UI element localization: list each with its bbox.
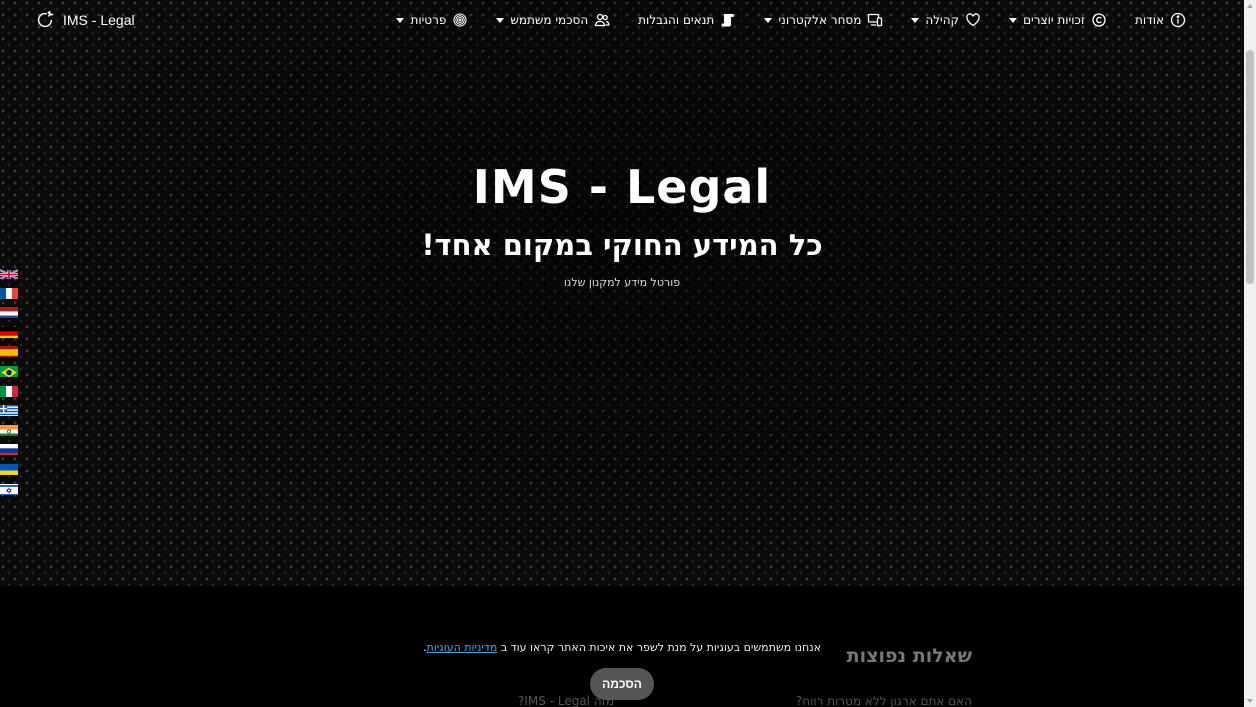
flag-russia-icon[interactable] — [0, 442, 18, 456]
logo-icon — [37, 10, 54, 28]
nav-item-scroll[interactable]: תנאים והגבלות — [624, 0, 750, 40]
flag-greece-icon[interactable] — [0, 403, 18, 417]
flag-brazil-icon[interactable] — [0, 364, 18, 377]
info-icon — [1170, 12, 1186, 28]
flag-spain-icon[interactable] — [0, 344, 18, 358]
nav-item-label: זכויות יוצרים — [1023, 13, 1085, 27]
hero-subtitle: כל המידע החוקי במקום אחד! — [421, 228, 823, 262]
brand-name: IMS - Legal — [63, 12, 135, 28]
cookie-notice: אנחנו משתמשים בעוגיות על מנת לשפר את איכ… — [0, 641, 1244, 654]
nav-item-label: הסכמי משתמש — [510, 13, 589, 27]
cookie-accept-button[interactable]: הסכמה — [590, 668, 654, 700]
brand-link[interactable]: IMS - Legal — [34, 8, 135, 32]
heart-icon — [965, 12, 981, 28]
scroll-down-icon[interactable] — [1247, 699, 1253, 703]
top-navbar: אודות זכויות יוצרים קהילה מסחר אלקטרוני תנאי… — [0, 0, 1244, 40]
nav-item-label: מסחר אלקטרוני — [778, 13, 862, 27]
flag-france-icon[interactable] — [0, 286, 18, 299]
flag-netherlands-icon[interactable] — [0, 305, 18, 319]
flag-germany-icon[interactable] — [0, 325, 18, 338]
nav-item-users[interactable]: הסכמי משתמש — [482, 0, 624, 40]
nav-item-heart[interactable]: קהילה — [897, 0, 995, 40]
nav-item-label: תנאים והגבלות — [638, 13, 715, 27]
hero-background — [0, 0, 1244, 586]
caret-down-icon — [1009, 17, 1018, 23]
caret-down-icon — [911, 17, 920, 23]
flag-ukraine-icon[interactable] — [0, 462, 18, 475]
scrollbar-thumb[interactable] — [1246, 50, 1254, 284]
devices-icon — [867, 12, 883, 28]
copyright-icon — [1091, 12, 1107, 28]
language-flags — [0, 266, 18, 501]
caret-down-icon — [396, 17, 405, 23]
nav-item-label: קהילה — [925, 13, 960, 27]
scroll-up-icon[interactable] — [1247, 4, 1253, 8]
flag-israel-icon[interactable] — [0, 482, 18, 495]
page-scrollbar[interactable] — [1244, 0, 1256, 707]
scroll-icon — [720, 12, 736, 28]
flag-italy-icon[interactable] — [0, 384, 18, 397]
flag-india-icon[interactable] — [0, 423, 18, 436]
page: אודות זכויות יוצרים קהילה מסחר אלקטרוני תנאי… — [0, 0, 1244, 707]
nav-item-copyright[interactable]: זכויות יוצרים — [995, 0, 1121, 40]
hero-title: IMS - Legal — [472, 160, 772, 214]
nav-menu: אודות זכויות יוצרים קהילה מסחר אלקטרוני תנאי… — [382, 0, 1200, 40]
cookie-notice-text: אנחנו משתמשים בעוגיות על מנת לשפר את איכ… — [500, 641, 821, 654]
hero-tagline: פורטל מידע למקנון שלנו — [563, 276, 681, 289]
users-icon — [594, 12, 610, 28]
flag-uk-icon[interactable] — [0, 266, 18, 279]
nav-item-label: אודות — [1135, 13, 1164, 27]
cookie-policy-link[interactable]: מדיניות העוגיות — [427, 641, 498, 654]
nav-item-devices[interactable]: מסחר אלקטרוני — [750, 0, 897, 40]
faq-question-nonprofit[interactable]: האם אתם ארגון ללא מטרות רווח? — [796, 694, 972, 707]
nav-item-info[interactable]: אודות — [1121, 0, 1200, 40]
nav-item-fingerprint[interactable]: פרטיות — [382, 0, 482, 40]
caret-down-icon — [496, 17, 505, 23]
fingerprint-icon — [452, 12, 468, 28]
nav-item-label: פרטיות — [410, 13, 447, 27]
caret-down-icon — [764, 17, 773, 23]
